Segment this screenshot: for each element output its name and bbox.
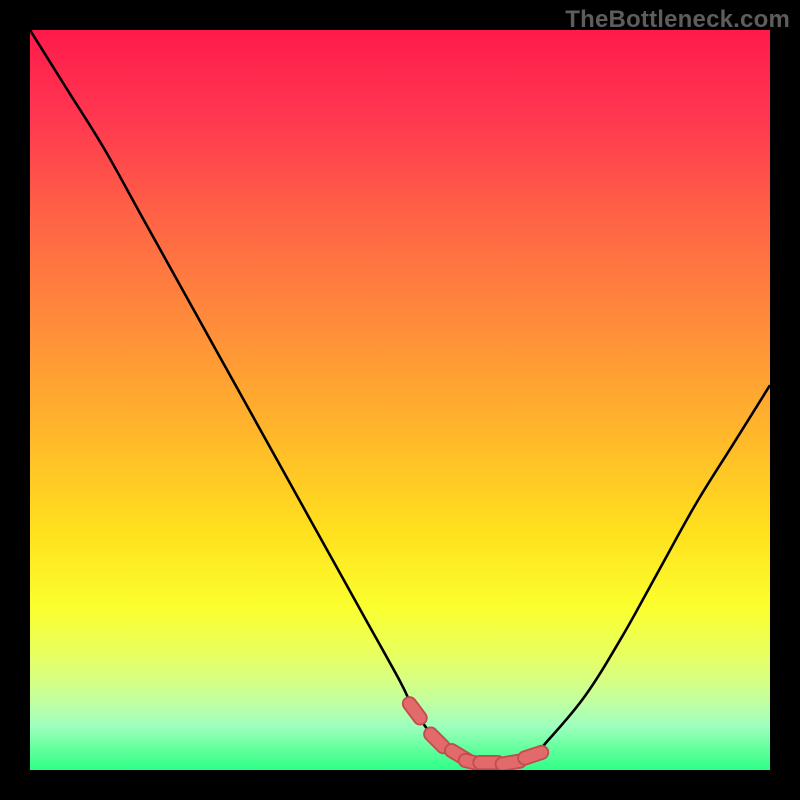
trough-marker xyxy=(400,694,429,727)
trough-markers xyxy=(30,30,770,770)
plot-area xyxy=(30,30,770,770)
trough-marker xyxy=(516,744,550,766)
chart-frame: TheBottleneck.com xyxy=(0,0,800,800)
